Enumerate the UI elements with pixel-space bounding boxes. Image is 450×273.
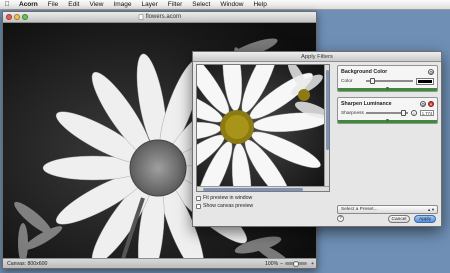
filter-param-row: Sharpness ○ 1.774 [341, 108, 434, 118]
filter-card-background-color: Background Color ⚙ Color ▼ [337, 65, 438, 92]
menu-file[interactable]: File [43, 0, 63, 10]
sharpness-param-label: Sharpness [341, 110, 364, 116]
zoom-in-icon[interactable]: + [311, 261, 314, 267]
sharpness-value-field[interactable]: 1.774 [420, 110, 434, 116]
document-title-text: flowers.acorn [145, 14, 182, 20]
document-titlebar[interactable]: flowers.acorn [3, 12, 316, 23]
dropdown-arrows-icon: ▲▼ [427, 207, 435, 212]
apply-button[interactable]: Apply [414, 215, 436, 223]
filter-card-footer: ▼ [338, 86, 437, 92]
sharpness-reset-icon[interactable]: ○ [411, 110, 417, 116]
menu-select[interactable]: Select [187, 0, 215, 10]
color-well-swatch [418, 79, 432, 83]
canvas-size-label: Canvas: 800x600 [7, 260, 48, 267]
chevron-down-icon: ▼ [385, 118, 390, 124]
preview-horizontal-scroll-thumb[interactable] [203, 187, 303, 191]
apply-filters-title[interactable]: Apply Filters [193, 52, 441, 62]
preview-horizontal-scrollbar[interactable] [197, 186, 329, 191]
color-param-label: Color [341, 78, 353, 84]
document-status-bar: Canvas: 800x600 100% – + [3, 258, 316, 268]
color-alpha-slider-knob[interactable] [370, 78, 375, 84]
preset-dropdown[interactable]: Select a Preset... ▲▼ [337, 205, 438, 214]
filter-param-row: Color [341, 76, 434, 86]
zoom-window-button[interactable] [22, 14, 28, 20]
filter-card-footer: ▼ [338, 118, 437, 124]
filter-options-icon[interactable]: ⚙ [420, 101, 426, 107]
color-alpha-slider[interactable] [366, 78, 413, 84]
filter-options-icon[interactable]: ⚙ [428, 69, 434, 75]
preview-vertical-scroll-thumb[interactable] [325, 70, 329, 150]
menu-edit[interactable]: Edit [63, 0, 84, 10]
zoom-slider-knob[interactable] [293, 260, 300, 267]
filter-name: Background Color [341, 69, 388, 75]
apple-menu-icon[interactable]:  [0, 1, 14, 8]
menu-filter[interactable]: Filter [163, 0, 187, 10]
document-title: flowers.acorn [138, 14, 182, 20]
show-canvas-preview-checkbox[interactable] [196, 203, 201, 209]
menu-layer[interactable]: Layer [137, 0, 163, 10]
menu-help[interactable]: Help [248, 0, 271, 10]
sharpness-slider-knob[interactable] [400, 110, 406, 116]
preset-dropdown-value: Select a Preset... [341, 207, 378, 212]
fit-preview-label: Fit preview in window [203, 195, 253, 201]
daisy-photo-preview [197, 65, 329, 191]
menu-window[interactable]: Window [215, 0, 248, 10]
filter-card-actions: ⚙ [428, 69, 434, 75]
menu-app-name[interactable]: Acorn [14, 0, 43, 10]
zoom-level: 100% [265, 260, 279, 267]
filter-preview[interactable] [196, 64, 330, 192]
show-canvas-preview-label: Show canvas preview [203, 203, 254, 209]
filter-name: Sharpen Luminance [341, 101, 392, 107]
color-well[interactable] [416, 77, 434, 85]
remove-filter-icon[interactable]: × [428, 101, 434, 107]
document-file-icon [138, 14, 143, 20]
apply-filters-window: Apply Filters Fit preview in window Show… [192, 51, 442, 227]
show-canvas-preview-option[interactable]: Show canvas preview [196, 203, 253, 209]
filter-card-header: Background Color ⚙ [341, 68, 434, 76]
filter-stack: Background Color ⚙ Color ▼ Sharpen Lumin… [337, 65, 438, 129]
cancel-button[interactable]: Cancel [388, 215, 410, 223]
filter-card-actions: ⚙ × [420, 101, 434, 107]
preview-vertical-scrollbar[interactable] [324, 65, 329, 191]
zoom-slider[interactable] [285, 260, 308, 267]
chevron-down-icon: ▼ [385, 86, 390, 92]
help-button[interactable]: ? [337, 215, 344, 222]
menu-bar:  Acorn File Edit View Image Layer Filte… [0, 0, 450, 10]
menu-image[interactable]: Image [108, 0, 136, 10]
sharpness-slider[interactable] [366, 110, 408, 116]
minimize-window-button[interactable] [14, 14, 20, 20]
zoom-out-icon[interactable]: – [280, 261, 283, 267]
close-window-button[interactable] [6, 14, 12, 20]
filter-card-sharpen-luminance: Sharpen Luminance ⚙ × Sharpness ○ 1.774 … [337, 97, 438, 124]
filter-card-header: Sharpen Luminance ⚙ × [341, 100, 434, 108]
fit-preview-option[interactable]: Fit preview in window [196, 195, 252, 201]
window-controls [6, 14, 28, 20]
menu-view[interactable]: View [84, 0, 108, 10]
fit-preview-checkbox[interactable] [196, 195, 201, 201]
